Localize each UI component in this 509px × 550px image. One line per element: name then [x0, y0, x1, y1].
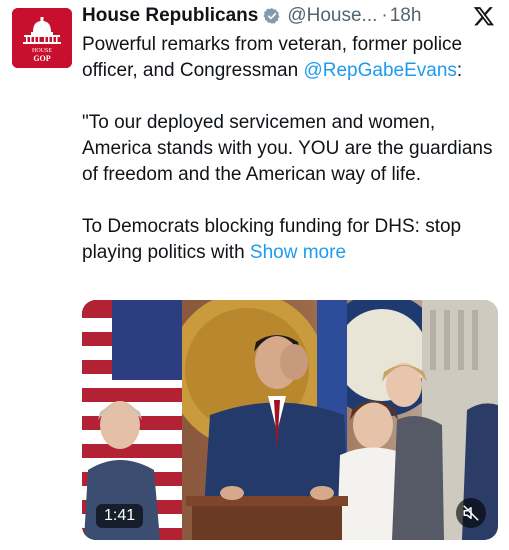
capitol-logo-icon: HOUSE GOP	[12, 8, 72, 68]
display-name[interactable]: House Republicans	[82, 5, 258, 27]
video-player[interactable]: 1:41	[82, 300, 498, 540]
tweet-header: House Republicans @House... · 18h	[82, 4, 499, 28]
show-more-link[interactable]: Show more	[250, 242, 346, 263]
separator-dot: ·	[381, 5, 388, 26]
tweet-paragraph-intro: Powerful remarks from veteran, former po…	[82, 32, 502, 84]
handle[interactable]: @House...	[287, 5, 377, 27]
video-thumbnail	[82, 300, 498, 540]
tweet-paragraph-dhs: To Democrats blocking funding for DHS: s…	[82, 214, 502, 266]
video-duration: 1:41	[96, 504, 144, 528]
timestamp[interactable]: 18h	[390, 5, 422, 27]
mention-link[interactable]: @RepGabeEvans	[303, 60, 456, 81]
tweet-paragraph-quote: "To our deployed servicemen and women, A…	[82, 112, 493, 185]
muted-speaker-icon[interactable]	[456, 498, 486, 528]
intro-colon: :	[456, 60, 463, 81]
svg-text:GOP: GOP	[33, 54, 50, 63]
tweet-text: Powerful remarks from veteran, former po…	[82, 32, 502, 266]
avatar[interactable]: HOUSE GOP	[12, 8, 72, 68]
x-logo-icon[interactable]	[473, 5, 495, 27]
verified-badge-icon[interactable]	[263, 7, 281, 25]
